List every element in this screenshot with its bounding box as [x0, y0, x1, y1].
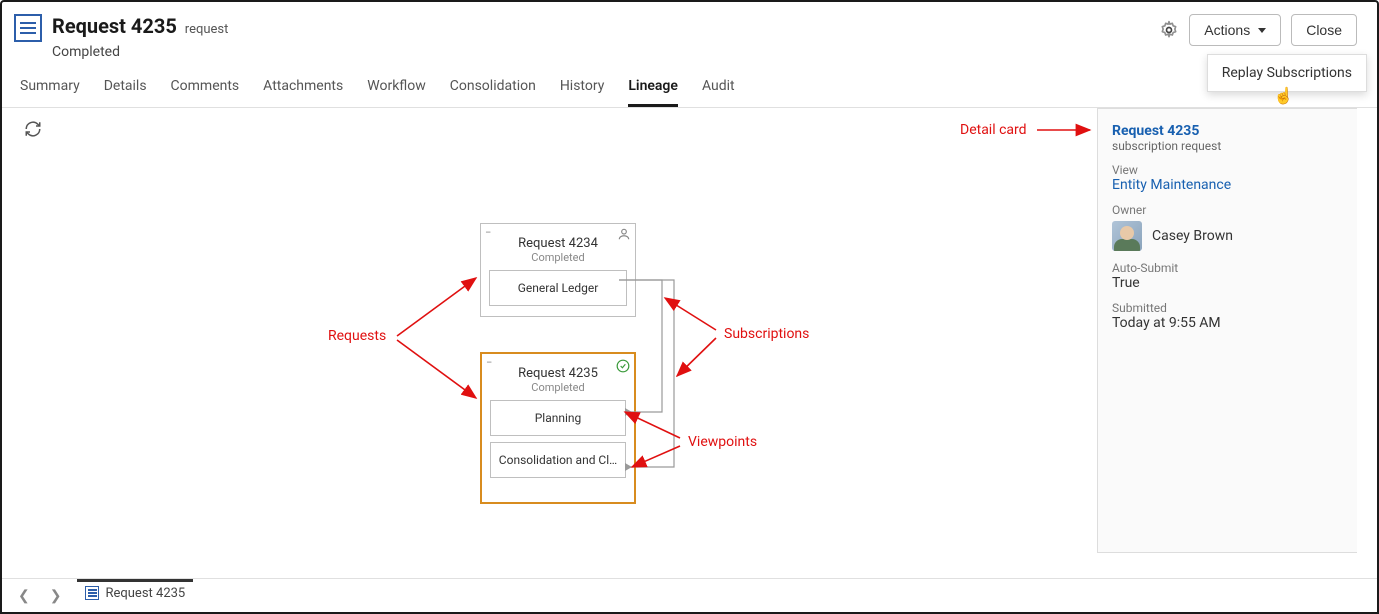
tab-lineage[interactable]: Lineage — [628, 78, 678, 107]
footer-bar: ❮ ❯ Request 4235 — [2, 578, 1377, 612]
node-status: Completed — [489, 251, 627, 264]
tab-details[interactable]: Details — [104, 78, 147, 107]
annotation-requests: Requests — [328, 328, 386, 344]
menu-replay-subscriptions[interactable]: Replay Subscriptions ☝ — [1208, 55, 1366, 91]
tab-history[interactable]: History — [560, 78, 605, 107]
nav-forward-icon[interactable]: ❯ — [46, 586, 66, 606]
gear-icon[interactable] — [1159, 20, 1179, 40]
close-button[interactable]: Close — [1291, 14, 1357, 46]
detail-view-label: View — [1112, 163, 1343, 177]
cursor-hand-icon: ☝ — [1274, 86, 1294, 105]
actions-button-label: Actions — [1204, 22, 1250, 38]
detail-autosubmit-value: True — [1112, 275, 1343, 291]
detail-view-link[interactable]: Entity Maintenance — [1112, 177, 1343, 193]
viewpoint-consolidation[interactable]: Consolidation and Cl… — [490, 442, 626, 478]
page-status: Completed — [52, 44, 1159, 60]
footer-tab-request-4235[interactable]: Request 4235 — [77, 579, 193, 601]
page-title-suffix: request — [185, 22, 229, 37]
footer-tab-label: Request 4235 — [105, 586, 185, 601]
chevron-down-icon — [1258, 28, 1266, 33]
avatar — [1112, 221, 1142, 251]
page-title: Request 4235 — [52, 14, 177, 38]
actions-menu: Replay Subscriptions ☝ — [1207, 54, 1367, 92]
request-icon — [85, 586, 99, 600]
actions-button[interactable]: Actions — [1189, 14, 1281, 46]
close-button-label: Close — [1306, 22, 1342, 38]
detail-autosubmit-label: Auto-Submit — [1112, 261, 1343, 275]
request-icon — [14, 14, 42, 42]
collapse-icon[interactable]: − — [486, 356, 492, 369]
page-header: Request 4235 request Completed Actions C… — [2, 2, 1377, 68]
tab-consolidation[interactable]: Consolidation — [450, 78, 536, 107]
tab-attachments[interactable]: Attachments — [263, 78, 343, 107]
detail-owner-label: Owner — [1112, 203, 1343, 217]
detail-title[interactable]: Request 4235 — [1112, 123, 1343, 139]
lineage-canvas[interactable]: − Request 4234 Completed General Ledger … — [2, 108, 1097, 553]
tab-comments[interactable]: Comments — [171, 78, 240, 107]
annotation-viewpoints: Viewpoints — [688, 434, 757, 450]
node-status: Completed — [490, 381, 626, 394]
refresh-icon[interactable] — [24, 120, 42, 142]
check-circle-icon — [616, 358, 630, 372]
node-title: Request 4234 — [489, 236, 627, 251]
person-icon — [617, 226, 631, 240]
viewpoint-general-ledger[interactable]: General Ledger — [489, 270, 627, 306]
detail-subtitle: subscription request — [1112, 139, 1343, 153]
annotation-subscriptions: Subscriptions — [724, 326, 809, 342]
collapse-icon[interactable]: − — [485, 226, 491, 239]
detail-card: Request 4235 subscription request View E… — [1097, 108, 1357, 553]
viewpoint-planning[interactable]: Planning — [490, 400, 626, 436]
tab-bar: Summary Details Comments Attachments Wor… — [2, 68, 1377, 108]
menu-item-label: Replay Subscriptions — [1222, 65, 1352, 81]
annotation-detail-card: Detail card — [960, 122, 1027, 138]
lineage-node-request-4235[interactable]: − Request 4235 Completed Planning Consol… — [480, 352, 636, 504]
tab-workflow[interactable]: Workflow — [367, 78, 426, 107]
detail-owner-name: Casey Brown — [1152, 228, 1233, 244]
node-title: Request 4235 — [490, 366, 626, 381]
detail-submitted-value: Today at 9:55 AM — [1112, 315, 1343, 331]
tab-summary[interactable]: Summary — [20, 78, 80, 107]
detail-submitted-label: Submitted — [1112, 301, 1343, 315]
lineage-node-request-4234[interactable]: − Request 4234 Completed General Ledger — [480, 223, 636, 317]
nav-back-icon[interactable]: ❮ — [14, 586, 34, 606]
lineage-canvas-area: − Request 4234 Completed General Ledger … — [2, 108, 1377, 553]
tab-audit[interactable]: Audit — [702, 78, 735, 107]
